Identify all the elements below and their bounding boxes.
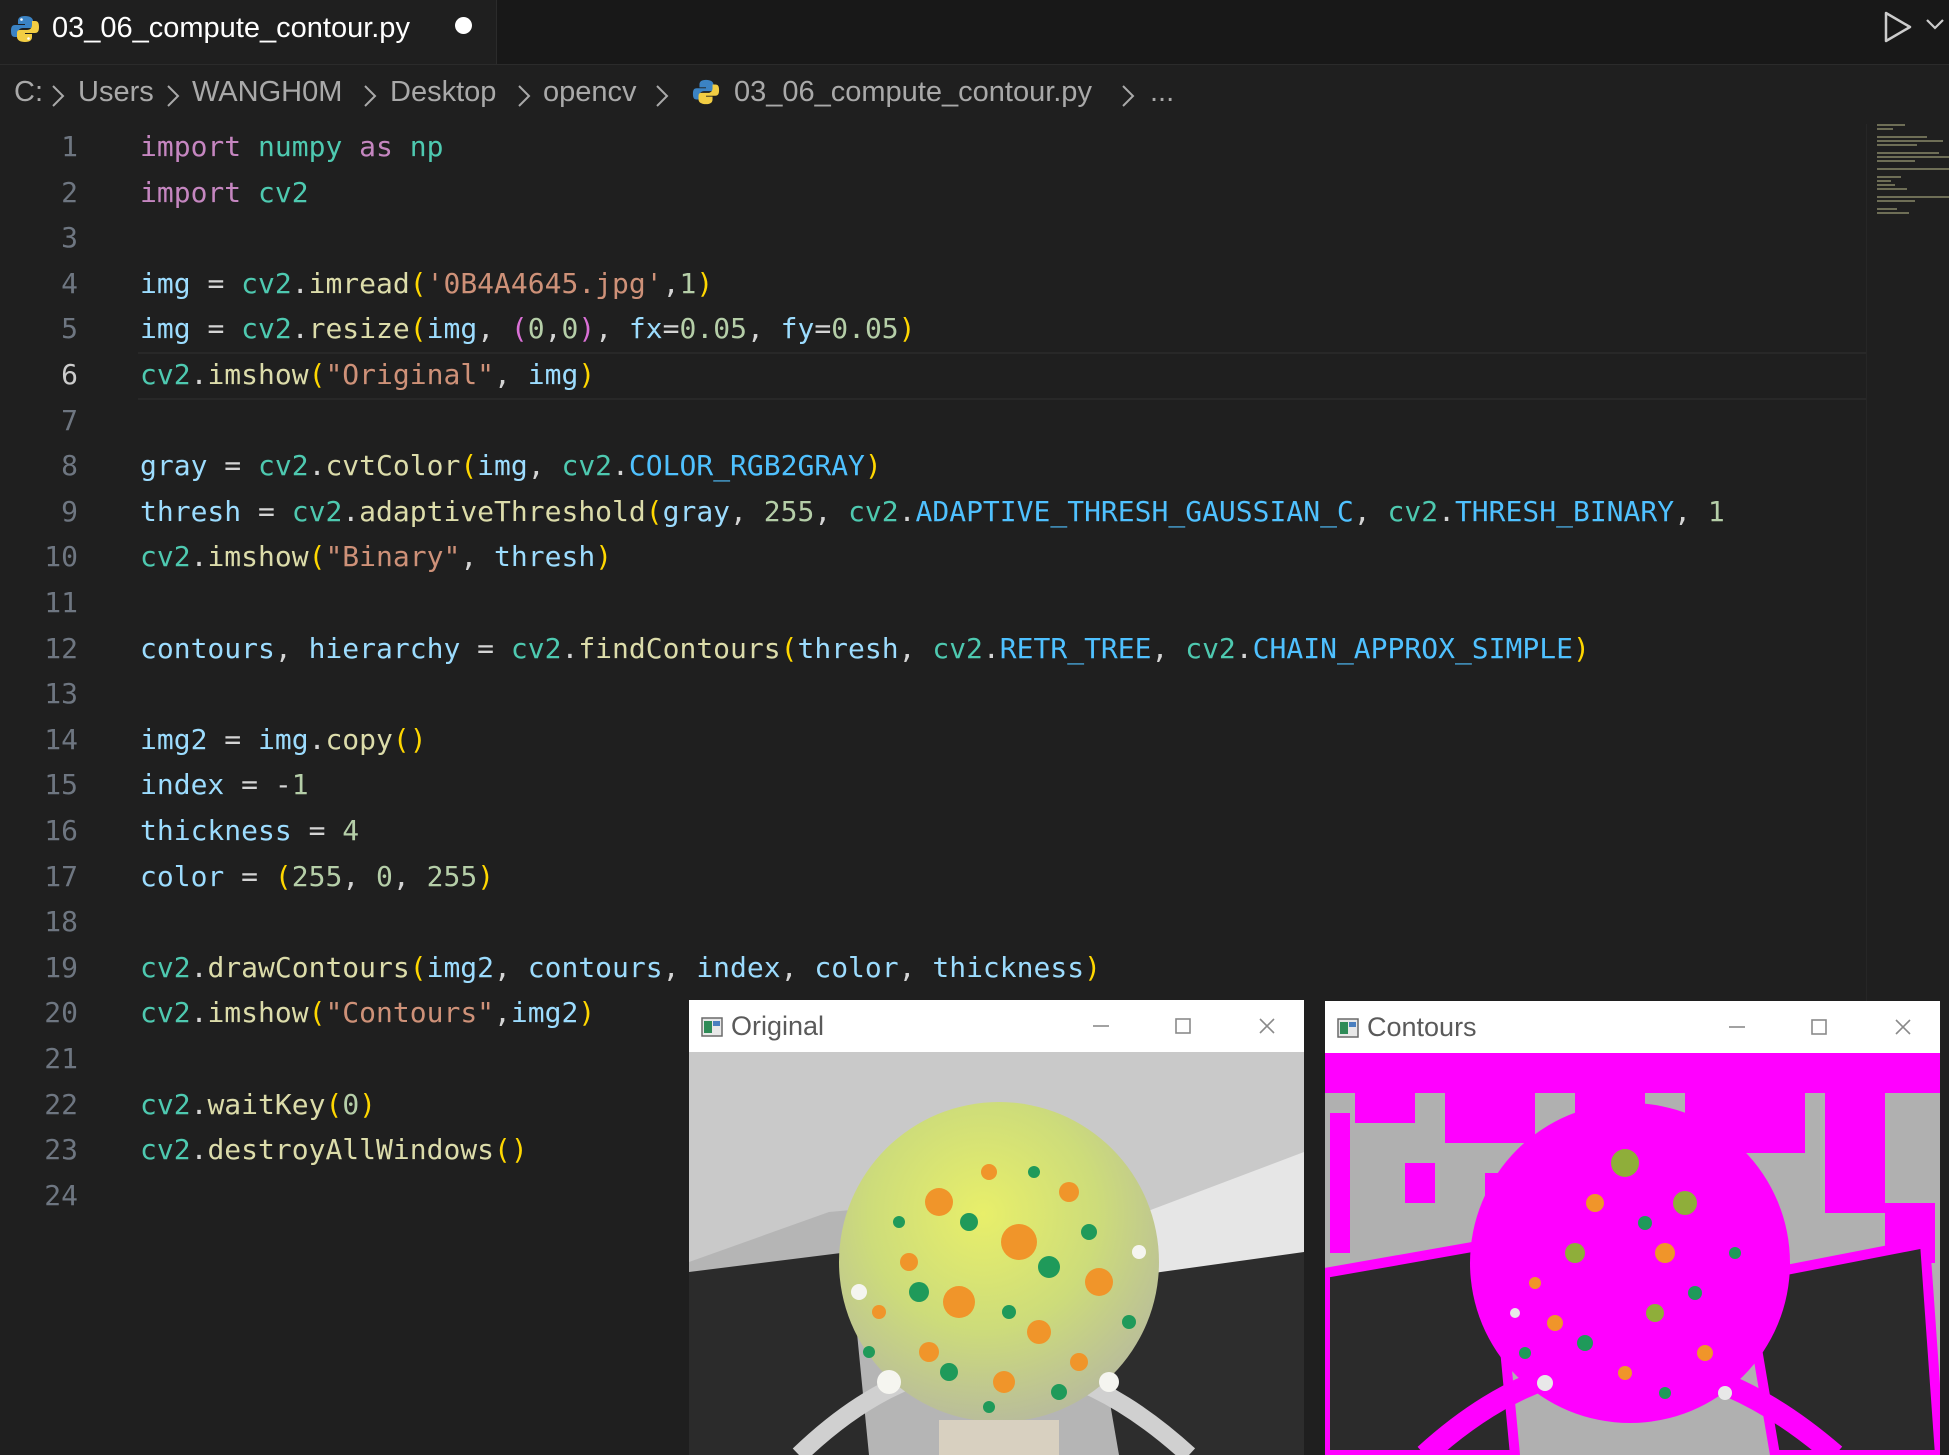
minimap-line [1877, 176, 1901, 178]
line-number[interactable]: 2 [0, 170, 78, 215]
line-number-active[interactable]: 6 [0, 352, 78, 397]
code-line[interactable]: thickness = 4 [140, 808, 1866, 853]
unsaved-indicator-icon[interactable] [455, 17, 472, 34]
line-number[interactable]: 3 [0, 215, 78, 260]
chevron-right-icon [362, 84, 378, 113]
line-number[interactable]: 15 [0, 762, 78, 807]
minimap-line [1877, 144, 1917, 146]
line-number[interactable]: 18 [0, 899, 78, 944]
chevron-right-icon [50, 84, 66, 113]
code-line[interactable]: thresh = cv2.adaptiveThreshold(gray, 255… [140, 489, 1866, 534]
editor-tab[interactable]: 03_06_compute_contour.py [0, 0, 497, 64]
breadcrumb-user[interactable]: WANGH0M [192, 76, 342, 109]
window-titlebar[interactable]: Original [689, 1000, 1304, 1052]
minimap-line [1877, 184, 1895, 186]
code-line[interactable]: img2 = img.copy() [140, 717, 1866, 762]
line-number[interactable]: 1 [0, 124, 78, 169]
line-number[interactable]: 8 [0, 443, 78, 488]
breadcrumb-file[interactable]: 03_06_compute_contour.py [734, 76, 1092, 109]
minimap-line [1877, 160, 1915, 162]
line-number[interactable]: 5 [0, 306, 78, 351]
run-icon[interactable] [1882, 10, 1914, 49]
minimap-line [1877, 156, 1949, 158]
breadcrumb-symbols[interactable]: ... [1150, 76, 1174, 109]
line-number[interactable]: 21 [0, 1036, 78, 1081]
window-title: Original [731, 1011, 825, 1041]
breadcrumb-desktop[interactable]: Desktop [390, 76, 496, 109]
python-icon [10, 14, 40, 49]
line-number[interactable]: 7 [0, 398, 78, 443]
code-line[interactable]: cv2.imshow("Original", img) [140, 352, 1866, 397]
minimap-line [1877, 212, 1909, 214]
line-number[interactable]: 19 [0, 945, 78, 990]
python-icon [692, 78, 720, 111]
line-number[interactable]: 10 [0, 534, 78, 579]
code-line[interactable]: gray = cv2.cvtColor(img, cv2.COLOR_RGB2G… [140, 443, 1866, 488]
code-line[interactable]: img = cv2.resize(img, (0,0), fx=0.05, fy… [140, 306, 1866, 351]
original-window[interactable]: Original [689, 1000, 1304, 1455]
minimap-line [1877, 200, 1915, 202]
breadcrumb-opencv[interactable]: opencv [543, 76, 637, 109]
breadcrumb-drive[interactable]: C: [14, 76, 43, 109]
breadcrumb: C: Users WANGH0M Desktop opencv 03_06_co… [0, 64, 1949, 124]
line-number[interactable]: 22 [0, 1082, 78, 1127]
line-number[interactable]: 4 [0, 261, 78, 306]
line-number[interactable]: 17 [0, 854, 78, 899]
minimize-icon[interactable] [1725, 1015, 1749, 1044]
line-number[interactable]: 9 [0, 489, 78, 534]
line-number[interactable]: 12 [0, 626, 78, 671]
minimap-line [1877, 180, 1891, 182]
minimap-line [1877, 140, 1943, 142]
maximize-icon[interactable] [1171, 1014, 1195, 1043]
code-line[interactable]: color = (255, 0, 255) [140, 854, 1866, 899]
tab-filename: 03_06_compute_contour.py [52, 12, 410, 44]
minimize-icon[interactable] [1089, 1014, 1113, 1043]
close-icon[interactable] [1255, 1014, 1279, 1043]
line-number[interactable]: 24 [0, 1173, 78, 1218]
minimap-line [1877, 136, 1927, 138]
contours-image [1325, 1053, 1940, 1455]
app-window-icon [701, 1017, 723, 1042]
line-number[interactable]: 16 [0, 808, 78, 853]
contours-window[interactable]: Contours [1325, 1001, 1940, 1455]
chevron-down-icon[interactable] [1924, 16, 1946, 37]
app-window-icon [1337, 1018, 1359, 1043]
code-line[interactable]: cv2.drawContours(img2, contours, index, … [140, 945, 1866, 990]
maximize-icon[interactable] [1807, 1015, 1831, 1044]
minimap-line [1877, 128, 1893, 130]
close-icon[interactable] [1891, 1015, 1915, 1044]
minimap-line [1877, 208, 1897, 210]
tab-bar: 03_06_compute_contour.py [0, 0, 1949, 65]
line-number[interactable]: 20 [0, 990, 78, 1035]
line-number[interactable]: 13 [0, 671, 78, 716]
original-image [689, 1052, 1304, 1455]
chevron-right-icon [516, 84, 532, 113]
line-number[interactable]: 11 [0, 580, 78, 625]
code-line[interactable]: cv2.imshow("Binary", thresh) [140, 534, 1866, 579]
minimap-line [1877, 168, 1949, 170]
chevron-right-icon [1120, 84, 1136, 113]
minimap-line [1877, 152, 1939, 154]
window-titlebar[interactable]: Contours [1325, 1001, 1940, 1053]
minimap-line [1877, 188, 1907, 190]
line-number[interactable]: 14 [0, 717, 78, 762]
chevron-right-icon [165, 84, 181, 113]
code-line[interactable]: import numpy as np [140, 124, 1866, 169]
code-line[interactable]: img = cv2.imread('0B4A4645.jpg',1) [140, 261, 1866, 306]
code-line[interactable]: contours, hierarchy = cv2.findContours(t… [140, 626, 1866, 671]
window-title: Contours [1367, 1012, 1477, 1042]
code-line[interactable]: import cv2 [140, 170, 1866, 215]
code-line[interactable]: index = -1 [140, 762, 1866, 807]
minimap-line [1877, 124, 1905, 126]
minimap-line [1877, 196, 1949, 198]
breadcrumb-users[interactable]: Users [78, 76, 154, 109]
chevron-right-icon [654, 84, 670, 113]
line-number[interactable]: 23 [0, 1127, 78, 1172]
